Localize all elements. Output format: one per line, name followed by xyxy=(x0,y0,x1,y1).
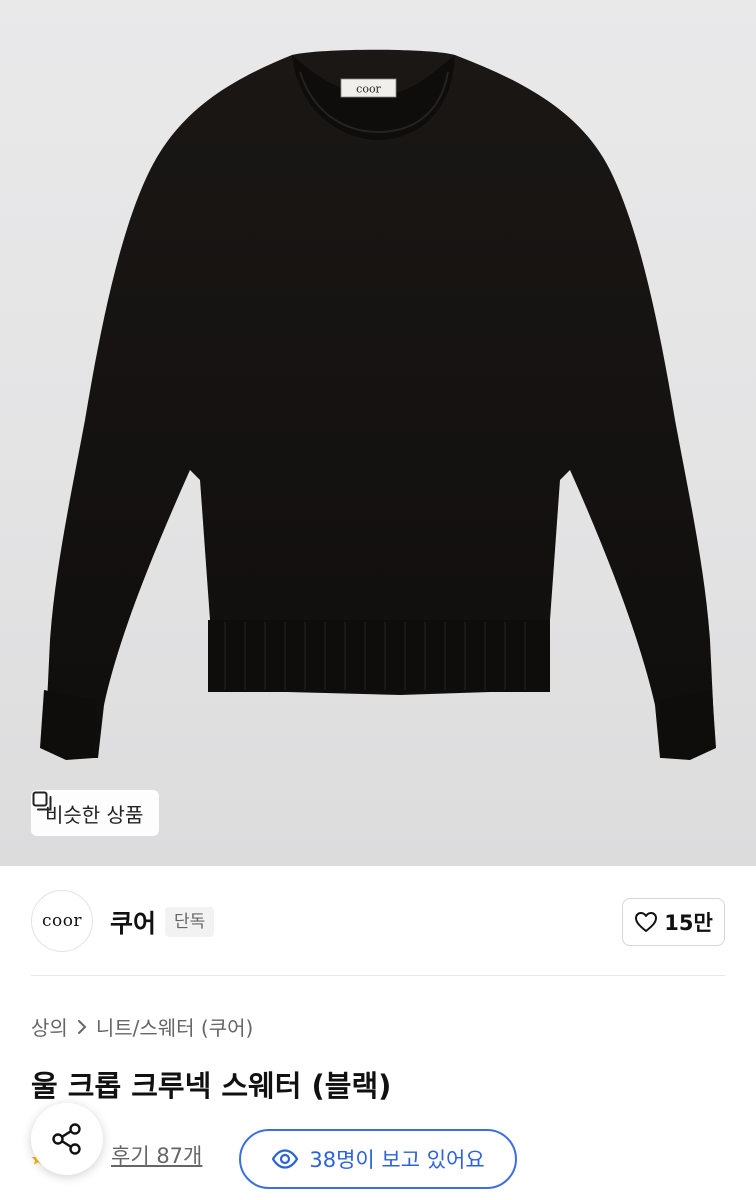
viewers-label: 38명이 보고 있어요 xyxy=(309,1148,485,1172)
product-image[interactable]: coor 비슷한 상품 xyxy=(0,0,756,866)
product-title: 울 크롭 크루넥 스웨터 (블랙) xyxy=(31,1069,392,1103)
like-count: 15만 xyxy=(664,911,713,935)
chevron-right-icon xyxy=(77,1019,86,1034)
like-button[interactable]: 15만 xyxy=(622,898,725,946)
similar-products-label: 비슷한 상품 xyxy=(45,802,144,827)
brand-logo-text: coor xyxy=(41,911,83,931)
reviews-link[interactable]: 후기 87개 xyxy=(111,1140,202,1170)
brand-logo[interactable]: coor xyxy=(31,890,93,952)
exclusive-badge: 단독 xyxy=(165,907,215,937)
brand-name[interactable]: 쿠어 xyxy=(110,904,156,940)
similar-products-button[interactable]: 비슷한 상품 xyxy=(31,790,160,836)
breadcrumb: 상의 니트/스웨터 (쿠어) xyxy=(31,1012,253,1041)
breadcrumb-item-category[interactable]: 상의 xyxy=(31,1012,68,1041)
divider xyxy=(31,975,725,976)
garment-label-text: coor xyxy=(356,83,381,96)
brand-row: coor 쿠어 단독 15만 xyxy=(31,890,725,954)
share-button[interactable] xyxy=(31,1103,103,1175)
copy-icon xyxy=(32,791,52,811)
heart-icon xyxy=(635,912,658,932)
breadcrumb-item-subcategory[interactable]: 니트/스웨터 (쿠어) xyxy=(96,1012,254,1041)
eye-icon xyxy=(272,1149,299,1169)
viewers-indicator[interactable]: 38명이 보고 있어요 xyxy=(239,1129,517,1189)
sweater-illustration: coor xyxy=(40,49,716,760)
share-icon xyxy=(52,1123,81,1155)
